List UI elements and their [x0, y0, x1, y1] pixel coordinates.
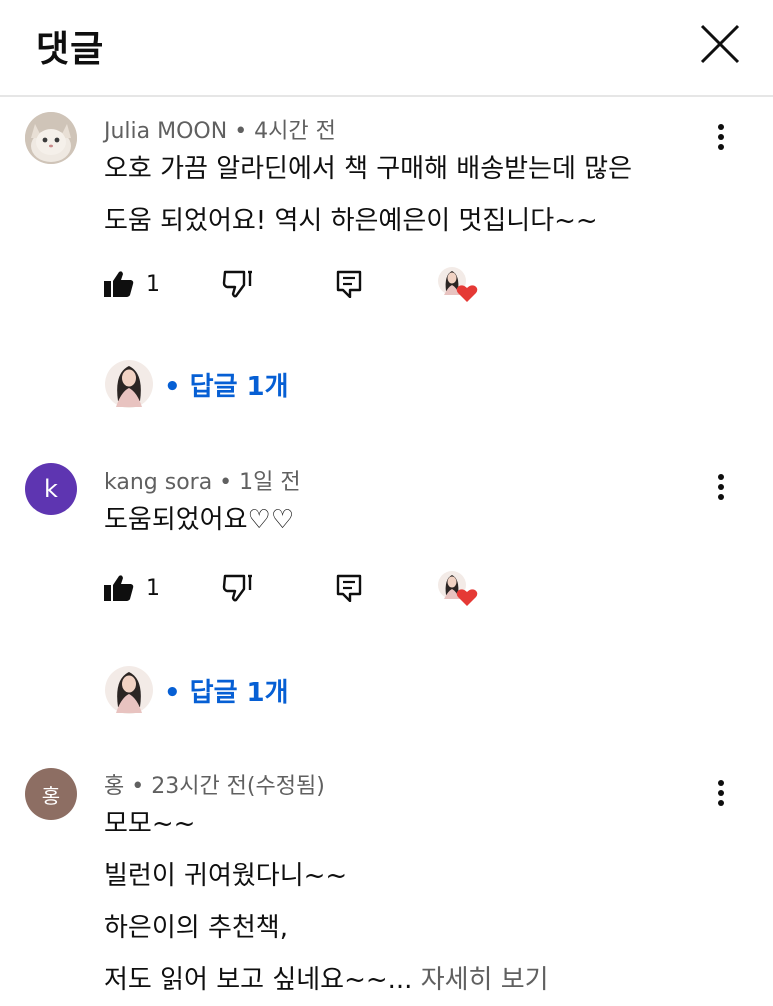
comment-meta: 홍 • 23시간 전(수정됨) [104, 768, 325, 800]
avatar[interactable] [25, 112, 77, 164]
comment-meta: kang sora • 1일 전 [104, 464, 301, 496]
creator-heart-icon [438, 571, 478, 606]
creator-heart-icon [438, 267, 478, 302]
comment-item: Julia MOON • 4시간 전 오호 가끔 알라딘에서 책 구매해 배송받… [0, 108, 773, 418]
more-options-button[interactable] [704, 776, 738, 810]
dislike-button[interactable] [222, 264, 254, 304]
avatar[interactable]: 홍 [25, 768, 77, 820]
comment-line: 모모~~ [104, 809, 196, 839]
comment-time: 1일 전 [239, 470, 301, 495]
thumbs-down-icon [222, 270, 252, 298]
close-icon [700, 24, 740, 64]
comment-line: 도움되었어요♡♡ [104, 505, 295, 535]
reply-button[interactable] [336, 568, 362, 608]
cat-photo-icon [25, 112, 77, 164]
more-vert-icon [718, 474, 724, 500]
like-count: 1 [146, 271, 160, 297]
like-button[interactable]: 1 [104, 568, 160, 608]
meta-separator: • [212, 470, 240, 495]
dislike-button[interactable] [222, 568, 254, 608]
comment-line: 도움 되었어요! 역시 하은예은이 멋집니다~~ [104, 206, 598, 236]
comment-text: 모모~~ 빌런이 귀여웠다니~~ 하은이의 추천책, 저도 읽어 보고 싶네요~… [104, 798, 549, 1006]
ellipsis: ... [387, 965, 413, 995]
avatar-letter: 홍 [41, 783, 61, 808]
thumbs-up-icon [104, 271, 134, 297]
comment-author[interactable]: kang sora [104, 470, 212, 495]
comment-time: 23시간 전(수정됨) [151, 774, 325, 799]
avatar[interactable]: k [25, 463, 77, 515]
comment-line: 빌런이 귀여웠다니~~ [104, 861, 348, 891]
page-title: 댓글 [36, 29, 105, 70]
comment-text: 오호 가끔 알라딘에서 책 구매해 배송받는데 많은 도움 되었어요! 역시 하… [104, 143, 632, 247]
reply-avatar-icon [105, 360, 153, 408]
reply-button[interactable] [336, 264, 362, 304]
replies-label[interactable]: • 답글 1개 [164, 366, 289, 403]
comment-actions: 1 [104, 568, 504, 608]
comment-meta: Julia MOON • 4시간 전 [104, 113, 336, 145]
comment-line: 오호 가끔 알라딘에서 책 구매해 배송받는데 많은 [104, 154, 632, 184]
creator-heart [436, 264, 478, 304]
like-button[interactable]: 1 [104, 264, 160, 304]
avatar-letter: k [44, 475, 58, 503]
more-options-button[interactable] [704, 470, 738, 504]
comment-text: 도움되었어요♡♡ [104, 494, 294, 546]
close-button[interactable] [698, 24, 742, 64]
comment-item: 홍 홍 • 23시간 전(수정됨) 모모~~ 빌런이 귀여웠다니~~ 하은이의 … [0, 760, 773, 996]
comment-reply-icon [336, 270, 362, 298]
reply-avatar-icon [105, 666, 153, 714]
see-more-link[interactable]: 자세히 보기 [421, 965, 549, 995]
comment-author[interactable]: 홍 [104, 774, 124, 799]
comment-author[interactable]: Julia MOON [104, 119, 227, 144]
like-count: 1 [146, 575, 160, 601]
replies-button[interactable]: • 답글 1개 [104, 662, 289, 718]
comment-actions: 1 [104, 264, 504, 304]
more-options-button[interactable] [704, 120, 738, 154]
meta-separator: • [124, 774, 152, 799]
comment-last-line: 저도 읽어 보고 싶네요~~... 자세히 보기 [104, 954, 549, 1006]
thumbs-down-icon [222, 574, 252, 602]
comment-time: 4시간 전 [254, 119, 336, 144]
replies-button[interactable]: • 답글 1개 [104, 356, 289, 412]
comment-reply-icon [336, 574, 362, 602]
more-vert-icon [718, 780, 724, 806]
comment-item: k kang sora • 1일 전 도움되었어요♡♡ 1 • 답글 1개 [0, 456, 773, 726]
more-vert-icon [718, 124, 724, 150]
comment-line: 하은이의 추천책, [104, 913, 288, 943]
thumbs-up-icon [104, 575, 134, 601]
replies-label[interactable]: • 답글 1개 [164, 672, 289, 709]
comments-header: 댓글 [0, 0, 773, 97]
meta-separator: • [227, 119, 255, 144]
creator-heart [436, 568, 478, 608]
comment-line: 저도 읽어 보고 싶네요~~ [104, 965, 388, 995]
